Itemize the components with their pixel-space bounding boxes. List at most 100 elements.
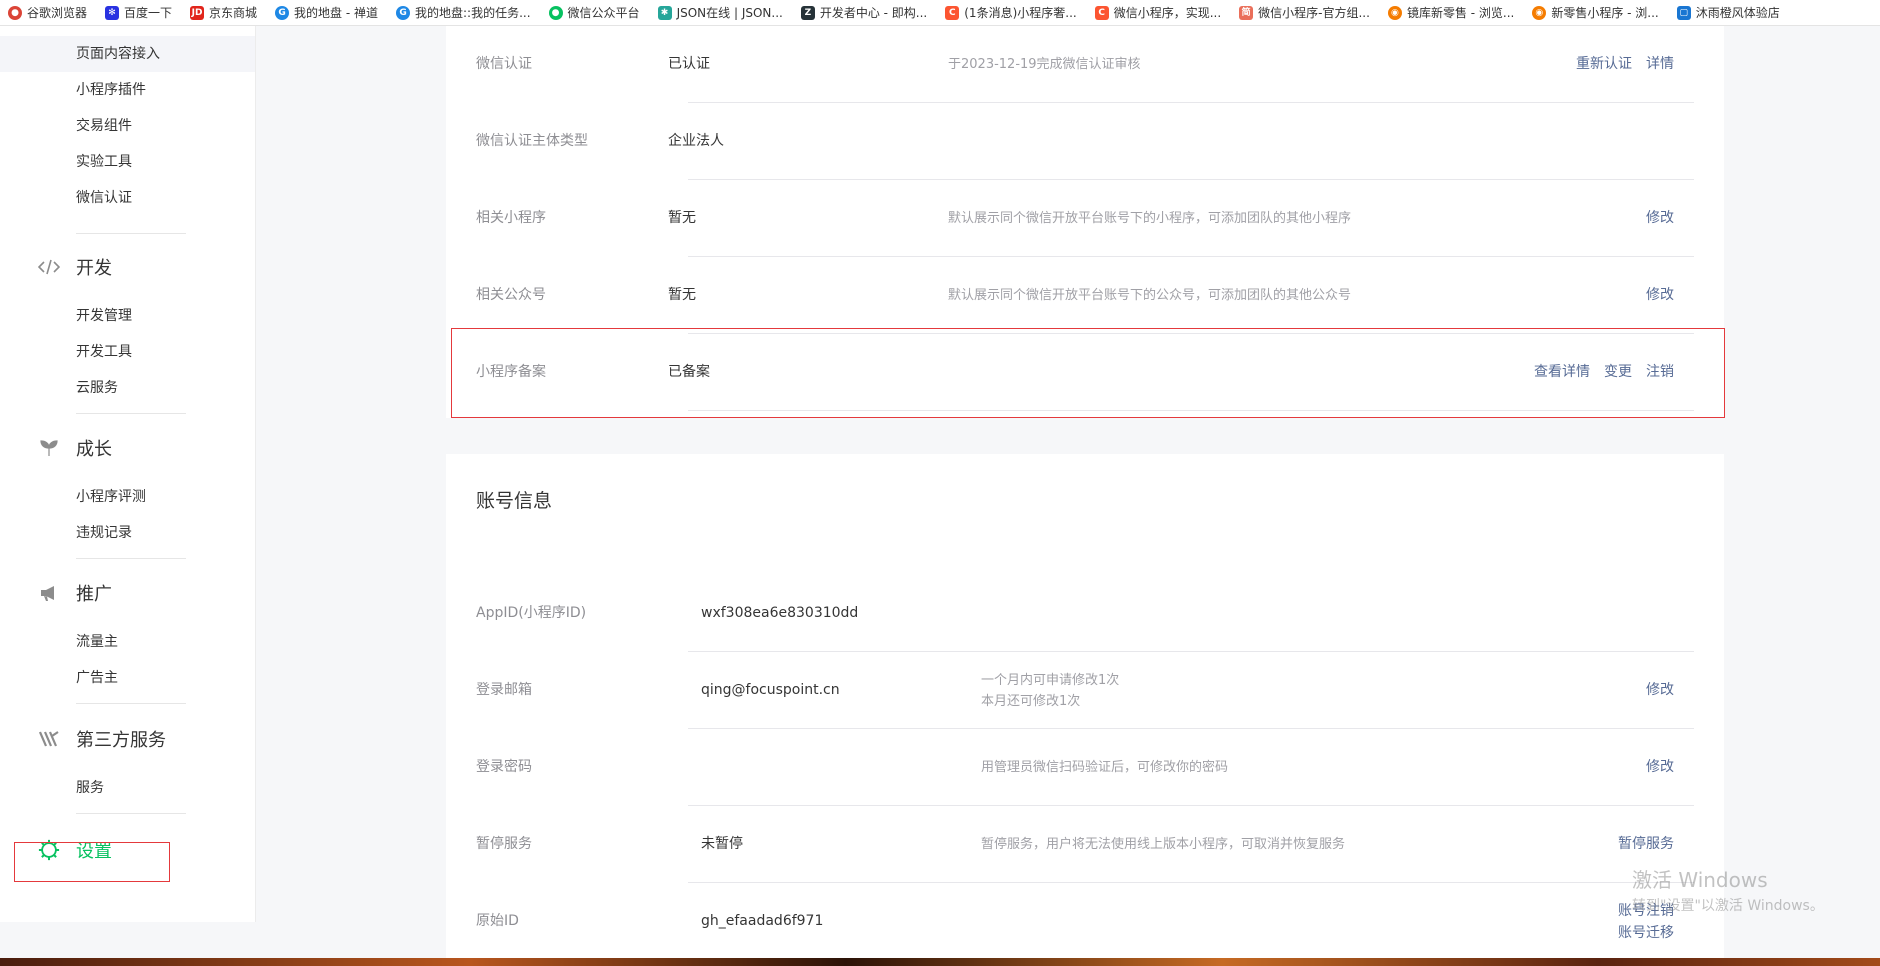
edit-password-link[interactable]: 修改 [1646, 759, 1674, 775]
orange-circle-icon: ◉ [1387, 5, 1402, 20]
jianshu-icon: 简 [1239, 5, 1254, 20]
account-row-email: 登录邮箱 qing@focuspoint.cn 一个月内可申请修改1次 本月还可… [476, 652, 1694, 729]
sidebar-divider [76, 813, 186, 814]
row-actions: 重新认证 详情 [1562, 26, 1674, 103]
bookmark-item[interactable]: Z 开发者中心 - 即构... [800, 4, 928, 21]
row-desc: 默认展示同个微信开放平台账号下的小程序，可添加团队的其他小程序 [948, 211, 1352, 226]
sidebar-divider [76, 233, 186, 234]
third-party-icon [38, 728, 60, 750]
account-row-appid: AppID(小程序ID) wxf308ea6e830310dd [476, 575, 1694, 652]
sidebar-section-growth[interactable]: 成长 [0, 428, 255, 468]
bookmark-label: 沐雨橙风体验店 [1695, 6, 1780, 20]
bookmark-label: 微信小程序，实现... [1113, 6, 1222, 20]
row-label: AppID(小程序ID) [476, 605, 587, 621]
edit-related-miniprogram-link[interactable]: 修改 [1646, 210, 1674, 226]
sidebar-section-title: 推广 [76, 584, 112, 605]
migrate-account-link[interactable]: 账号迁移 [1618, 922, 1674, 944]
sidebar-item-label: 设置 [76, 841, 112, 862]
sidebar-item-settings[interactable]: 设置 [0, 830, 255, 870]
sidebar-item-lab-tools[interactable]: 实验工具 [0, 144, 255, 180]
sidebar-item-services[interactable]: 服务 [0, 770, 255, 806]
csdn-icon: C [945, 5, 960, 20]
row-label: 暂停服务 [476, 836, 532, 852]
bookmark-label: 新零售小程序 - 浏... [1551, 6, 1659, 20]
sidebar-item-wechat-auth[interactable]: 微信认证 [0, 180, 255, 216]
row-actions: 暂停服务 [1604, 806, 1674, 883]
bookmark-item[interactable]: C 微信小程序，实现... [1094, 4, 1222, 21]
email-desc-line: 一个月内可申请修改1次 [981, 672, 1120, 688]
row-actions: 账号注销 账号迁移 [1604, 883, 1674, 960]
bookmark-item[interactable]: G 我的地盘::我的任务... [396, 4, 531, 21]
auth-row: 相关公众号 暂无 默认展示同个微信开放平台账号下的公众号，可添加团队的其他公众号… [476, 257, 1694, 334]
bookmark-item[interactable]: G 我的地盘 - 禅道 [275, 4, 378, 21]
sidebar-section-promotion[interactable]: 推广 [0, 573, 255, 613]
row-desc: 用管理员微信扫码验证后，可修改你的密码 [981, 760, 1229, 775]
sidebar-item-evaluation[interactable]: 小程序评测 [0, 479, 255, 515]
bookmark-item[interactable]: ▢ 沐雨橙风体验店 [1676, 4, 1780, 21]
row-desc: 默认展示同个微信开放平台账号下的公众号，可添加团队的其他公众号 [948, 288, 1352, 303]
chrome-icon: ● [8, 5, 22, 20]
bookmark-item[interactable]: ✻ 百度一下 [105, 4, 172, 21]
bookmark-item[interactable]: ✱ JSON在线 | JSON... [657, 4, 783, 21]
row-divider [688, 410, 1694, 411]
row-label: 登录邮箱 [476, 682, 532, 698]
sidebar-nav: 页面内容接入 小程序插件 交易组件 实验工具 微信认证 开发 开发管理 开发工具… [0, 26, 256, 922]
original-id-value: gh_efaadad6f971 [701, 913, 824, 929]
row-label: 相关小程序 [476, 210, 546, 226]
bookmark-item[interactable]: 简微信小程序-官方组... [1239, 4, 1370, 21]
sidebar-item-plugins[interactable]: 小程序插件 [0, 72, 255, 108]
edit-related-official-account-link[interactable]: 修改 [1646, 287, 1674, 303]
filing-change-link[interactable]: 变更 [1604, 364, 1632, 380]
bookmark-item[interactable]: ● 谷歌浏览器 [8, 4, 87, 21]
cancel-account-link[interactable]: 账号注销 [1618, 900, 1674, 922]
bookmark-label: 京东商城 [209, 6, 258, 20]
filing-detail-link[interactable]: 查看详情 [1534, 364, 1590, 380]
bookmark-item[interactable]: ◉ 镜库新零售 - 浏览... [1387, 4, 1515, 21]
gear-icon [38, 839, 60, 861]
jd-icon: JD [190, 5, 205, 20]
sidebar-item-trade-component[interactable]: 交易组件 [0, 108, 255, 144]
sidebar-section-third-party[interactable]: 第三方服务 [0, 719, 255, 759]
email-desc-line: 本月还可修改1次 [981, 693, 1081, 709]
bookmark-item[interactable]: C (1条消息)小程序奢... [945, 4, 1077, 21]
row-actions: 修改 [1632, 257, 1674, 334]
sidebar-item-page-content[interactable]: 页面内容接入 [0, 36, 255, 72]
sidebar-section-develop[interactable]: 开发 [0, 247, 255, 287]
auth-row: 微信认证 已认证 于2023-12-19完成微信认证审核 重新认证 详情 [476, 26, 1694, 103]
reauth-link[interactable]: 重新认证 [1576, 56, 1632, 72]
bookmark-label: 开发者中心 - 即构... [819, 6, 928, 20]
edit-email-link[interactable]: 修改 [1646, 682, 1674, 698]
csdn-icon: C [1094, 5, 1109, 20]
row-actions: 修改 [1632, 652, 1674, 729]
suspend-service-link[interactable]: 暂停服务 [1618, 836, 1674, 852]
zego-icon: Z [800, 5, 815, 20]
row-value: 已认证 [668, 56, 710, 72]
bookmark-item[interactable]: ◉ 新零售小程序 - 浏... [1532, 4, 1659, 21]
account-info-card: 账号信息 AppID(小程序ID) wxf308ea6e830310dd 登录邮… [446, 454, 1724, 966]
taskbar-wallpaper-strip [0, 958, 1880, 966]
bookmark-label: 我的地盘::我的任务... [415, 6, 531, 20]
row-actions: 查看详情 变更 注销 [1520, 334, 1674, 411]
row-desc: 一个月内可申请修改1次 本月还可修改1次 [981, 652, 1119, 729]
row-value: 已备案 [668, 364, 710, 380]
orange-circle-icon: ◉ [1532, 5, 1547, 20]
bookmark-label: 镜库新零售 - 浏览... [1406, 6, 1515, 20]
sidebar-item-traffic-owner[interactable]: 流量主 [0, 624, 255, 660]
sidebar-item-advertiser[interactable]: 广告主 [0, 660, 255, 696]
row-desc: 于2023-12-19完成微信认证审核 [948, 57, 1141, 72]
sidebar-item-dev-manage[interactable]: 开发管理 [0, 298, 255, 334]
sidebar-item-cloud[interactable]: 云服务 [0, 370, 255, 406]
filing-cancel-link[interactable]: 注销 [1646, 364, 1674, 380]
auth-row: 相关小程序 暂无 默认展示同个微信开放平台账号下的小程序，可添加团队的其他小程序… [476, 180, 1694, 257]
auth-detail-link[interactable]: 详情 [1646, 56, 1674, 72]
zentao-icon: G [396, 5, 411, 20]
bookmark-item[interactable]: ● 微信公众平台 [548, 4, 640, 21]
sidebar-item-violations[interactable]: 违规记录 [0, 515, 255, 551]
row-label: 相关公众号 [476, 287, 546, 303]
bookmark-item[interactable]: JD 京东商城 [190, 4, 257, 21]
row-actions: 修改 [1632, 729, 1674, 806]
sidebar-section-title: 开发 [76, 258, 112, 279]
bookmarks-bar: ● 谷歌浏览器 ✻ 百度一下 JD 京东商城 G 我的地盘 - 禅道 G 我的地盘::我的任务..… [0, 0, 1880, 26]
sidebar-item-dev-tools[interactable]: 开发工具 [0, 334, 255, 370]
bookmark-label: 微信小程序-官方组... [1258, 6, 1370, 20]
